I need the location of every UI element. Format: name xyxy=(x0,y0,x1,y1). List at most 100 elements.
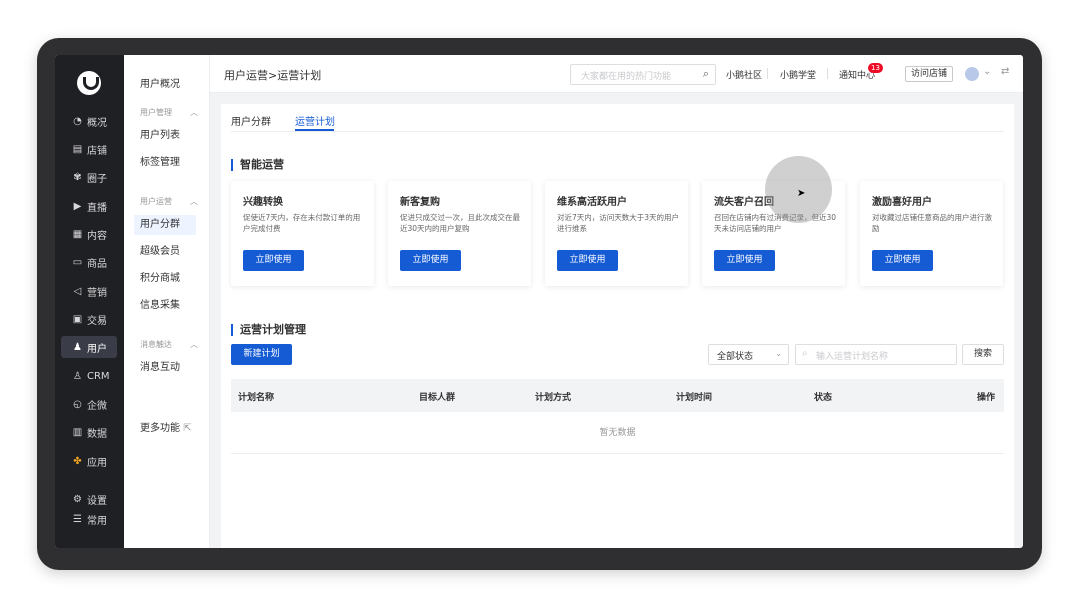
chevron-up-icon: ︿ xyxy=(190,197,198,206)
chevron-down-icon: ⌄ xyxy=(775,349,782,358)
use-now-button[interactable]: 立即使用 xyxy=(714,250,775,271)
subnav-group-ops[interactable]: 用户运营 ︿ xyxy=(140,196,198,207)
gear-icon: ⚙ xyxy=(73,493,82,505)
nav-item-goods[interactable]: ▭ 商品 xyxy=(61,251,117,273)
divider xyxy=(827,68,828,79)
card-title: 兴趣转换 xyxy=(243,197,283,208)
circle-icon: ✾ xyxy=(73,171,82,183)
visit-store-button[interactable]: 访问店铺 xyxy=(905,66,953,82)
column-header: 状态 xyxy=(814,393,833,403)
card-description: 促进只成交过一次，且此次成交在最近30天内的用户复购 xyxy=(400,213,520,233)
use-now-button[interactable]: 立即使用 xyxy=(557,250,618,271)
wecom-icon: ◵ xyxy=(73,398,82,410)
new-plan-button[interactable]: 新建计划 xyxy=(231,344,292,365)
column-header: 计划时间 xyxy=(676,393,713,403)
search-icon: ⌕ xyxy=(802,348,808,359)
nav-item-users[interactable]: ♟ 用户 xyxy=(61,336,117,358)
subnav-message[interactable]: 消息互动 xyxy=(134,358,196,378)
switch-icon[interactable]: ⇄ xyxy=(1001,66,1009,77)
use-now-button[interactable]: 立即使用 xyxy=(243,250,304,271)
nav-item-crm[interactable]: ♙ CRM xyxy=(61,365,117,387)
section-title-smart: 智能运营 xyxy=(231,159,284,171)
subnav-more[interactable]: 更多功能 ⇱ xyxy=(134,419,200,439)
divider xyxy=(767,68,768,79)
smart-card: 新客复购 促进只成交过一次，且此次成交在最近30天内的用户复购 立即使用 xyxy=(388,181,531,286)
marketing-icon: ◁ xyxy=(73,285,82,297)
plan-search-input[interactable]: ⌕ 输入运营计划名称 xyxy=(795,344,957,365)
content-icon: ▦ xyxy=(72,228,83,240)
card-title: 激励喜好用户 xyxy=(872,197,932,208)
nav-item-wecom[interactable]: ◵ 企微 xyxy=(61,393,117,415)
subnav-tags[interactable]: 标签管理 xyxy=(134,153,196,173)
community-link[interactable]: 小鹅社区 xyxy=(726,68,762,81)
card-description: 促使近7天内，存在未付款订单的用户完成付费 xyxy=(243,213,361,233)
top-header: 用户运营>运营计划 大家都在用的热门功能 ⌕ 小鹅社区 小鹅学堂 通知中心 13 … xyxy=(210,55,1023,93)
subnav-group-manage[interactable]: 用户管理 ︿ xyxy=(140,107,198,118)
table-header: 计划名称 目标人群 计划方式 计划时间 状态 操作 xyxy=(231,379,1004,412)
chevron-up-icon: ︿ xyxy=(190,108,198,117)
overview-icon: ◔ xyxy=(73,115,82,127)
store-icon: ▤ xyxy=(72,143,83,155)
primary-nav: ◔ 概况 ▤ 店铺 ✾ 圈子 ▶ 直播 ▦ 内容 ▭ 商品 ◁ 营销 ▣ 交易 ♟ 用户 ♙ CRM… xyxy=(55,55,124,548)
live-icon: ▶ xyxy=(73,200,82,212)
tab-ops-plan[interactable]: 运营计划 xyxy=(295,113,335,128)
breadcrumb: 用户运营>运营计划 xyxy=(224,69,322,82)
nav-item-trade[interactable]: ▣ 交易 xyxy=(61,308,117,330)
subnav-segment[interactable]: 用户分群 xyxy=(134,215,196,235)
nav-item-common[interactable]: ☰ 常用 xyxy=(61,508,117,530)
data-icon: ▥ xyxy=(72,426,83,438)
card-title: 维系高活跃用户 xyxy=(557,197,627,208)
main-content: 用户分群 运营计划 智能运营 兴趣转换 促使近7天内，存在未付款订单的用户完成付… xyxy=(221,104,1014,548)
subnav-user-list[interactable]: 用户列表 xyxy=(134,126,196,146)
nav-item-live[interactable]: ▶ 直播 xyxy=(61,195,117,217)
smart-card: 兴趣转换 促使近7天内，存在未付款订单的用户完成付费 立即使用 xyxy=(231,181,374,286)
trade-icon: ▣ xyxy=(72,313,83,325)
tab-segment[interactable]: 用户分群 xyxy=(231,113,271,128)
app-window: ◔ 概况 ▤ 店铺 ✾ 圈子 ▶ 直播 ▦ 内容 ▭ 商品 ◁ 营销 ▣ 交易 ♟ 用户 ♙ CRM… xyxy=(55,55,1023,548)
user-icon: ♟ xyxy=(73,341,82,353)
search-button[interactable]: 搜索 xyxy=(962,344,1004,365)
smart-card: 激励喜好用户 对收藏过店铺任意商品的用户进行激励 立即使用 xyxy=(860,181,1003,286)
nav-item-store[interactable]: ▤ 店铺 xyxy=(61,138,117,160)
card-description: 对近7天内，访问天数大于3天的用户进行维系 xyxy=(557,213,680,233)
goods-icon: ▭ xyxy=(72,256,83,268)
section-title-plans: 运营计划管理 xyxy=(231,324,306,336)
empty-state: 暂无数据 xyxy=(231,412,1004,454)
nav-item-circle[interactable]: ✾ 圈子 xyxy=(61,166,117,188)
card-description: 对收藏过店铺任意商品的用户进行激励 xyxy=(872,213,992,233)
use-now-button[interactable]: 立即使用 xyxy=(872,250,933,271)
avatar[interactable] xyxy=(965,67,979,81)
nav-item-data[interactable]: ▥ 数据 xyxy=(61,421,117,443)
mouse-cursor-icon: ➤ xyxy=(797,188,806,199)
column-header: 目标人群 xyxy=(419,393,456,403)
school-link[interactable]: 小鹅学堂 xyxy=(780,68,816,81)
search-icon[interactable]: ⌕ xyxy=(703,67,709,81)
nav-item-settings[interactable]: ⚙ 设置 xyxy=(61,488,117,510)
subnav-points[interactable]: 积分商城 xyxy=(134,269,196,289)
nav-item-overview[interactable]: ◔ 概况 xyxy=(61,110,117,132)
external-link-icon: ⇱ xyxy=(183,423,192,434)
nav-item-content[interactable]: ▦ 内容 xyxy=(61,223,117,245)
nav-item-marketing[interactable]: ◁ 营销 xyxy=(61,280,117,302)
crm-icon: ♙ xyxy=(73,370,82,382)
column-header: 操作 xyxy=(977,393,996,403)
nav-item-apps[interactable]: ✤ 应用 xyxy=(61,450,117,472)
chevron-down-icon[interactable]: ⌄ xyxy=(983,66,991,77)
column-header: 计划方式 xyxy=(535,393,572,403)
app-logo[interactable] xyxy=(77,71,101,95)
notice-count-badge: 13 xyxy=(868,63,883,73)
subnav-group-message[interactable]: 消息触达 ︿ xyxy=(140,339,198,350)
subnav-collect[interactable]: 信息采集 xyxy=(134,296,196,316)
global-search-input[interactable]: 大家都在用的热门功能 ⌕ xyxy=(570,64,716,85)
divider xyxy=(231,131,1004,132)
smart-card: 维系高活跃用户 对近7天内，访问天数大于3天的用户进行维系 立即使用 xyxy=(545,181,688,286)
subnav-overview[interactable]: 用户概况 xyxy=(134,75,196,95)
status-select[interactable]: 全部状态 ⌄ xyxy=(708,344,789,365)
use-now-button[interactable]: 立即使用 xyxy=(400,250,461,271)
secondary-nav: 用户概况 用户管理 ︿ 用户列表 标签管理 用户运营 ︿ 用户分群 超级会员 积分商… xyxy=(124,55,210,548)
column-header: 计划名称 xyxy=(238,393,275,403)
subnav-member[interactable]: 超级会员 xyxy=(134,242,196,262)
chevron-up-icon: ︿ xyxy=(190,340,198,349)
menu-icon: ☰ xyxy=(73,513,82,525)
apps-icon: ✤ xyxy=(73,455,82,467)
